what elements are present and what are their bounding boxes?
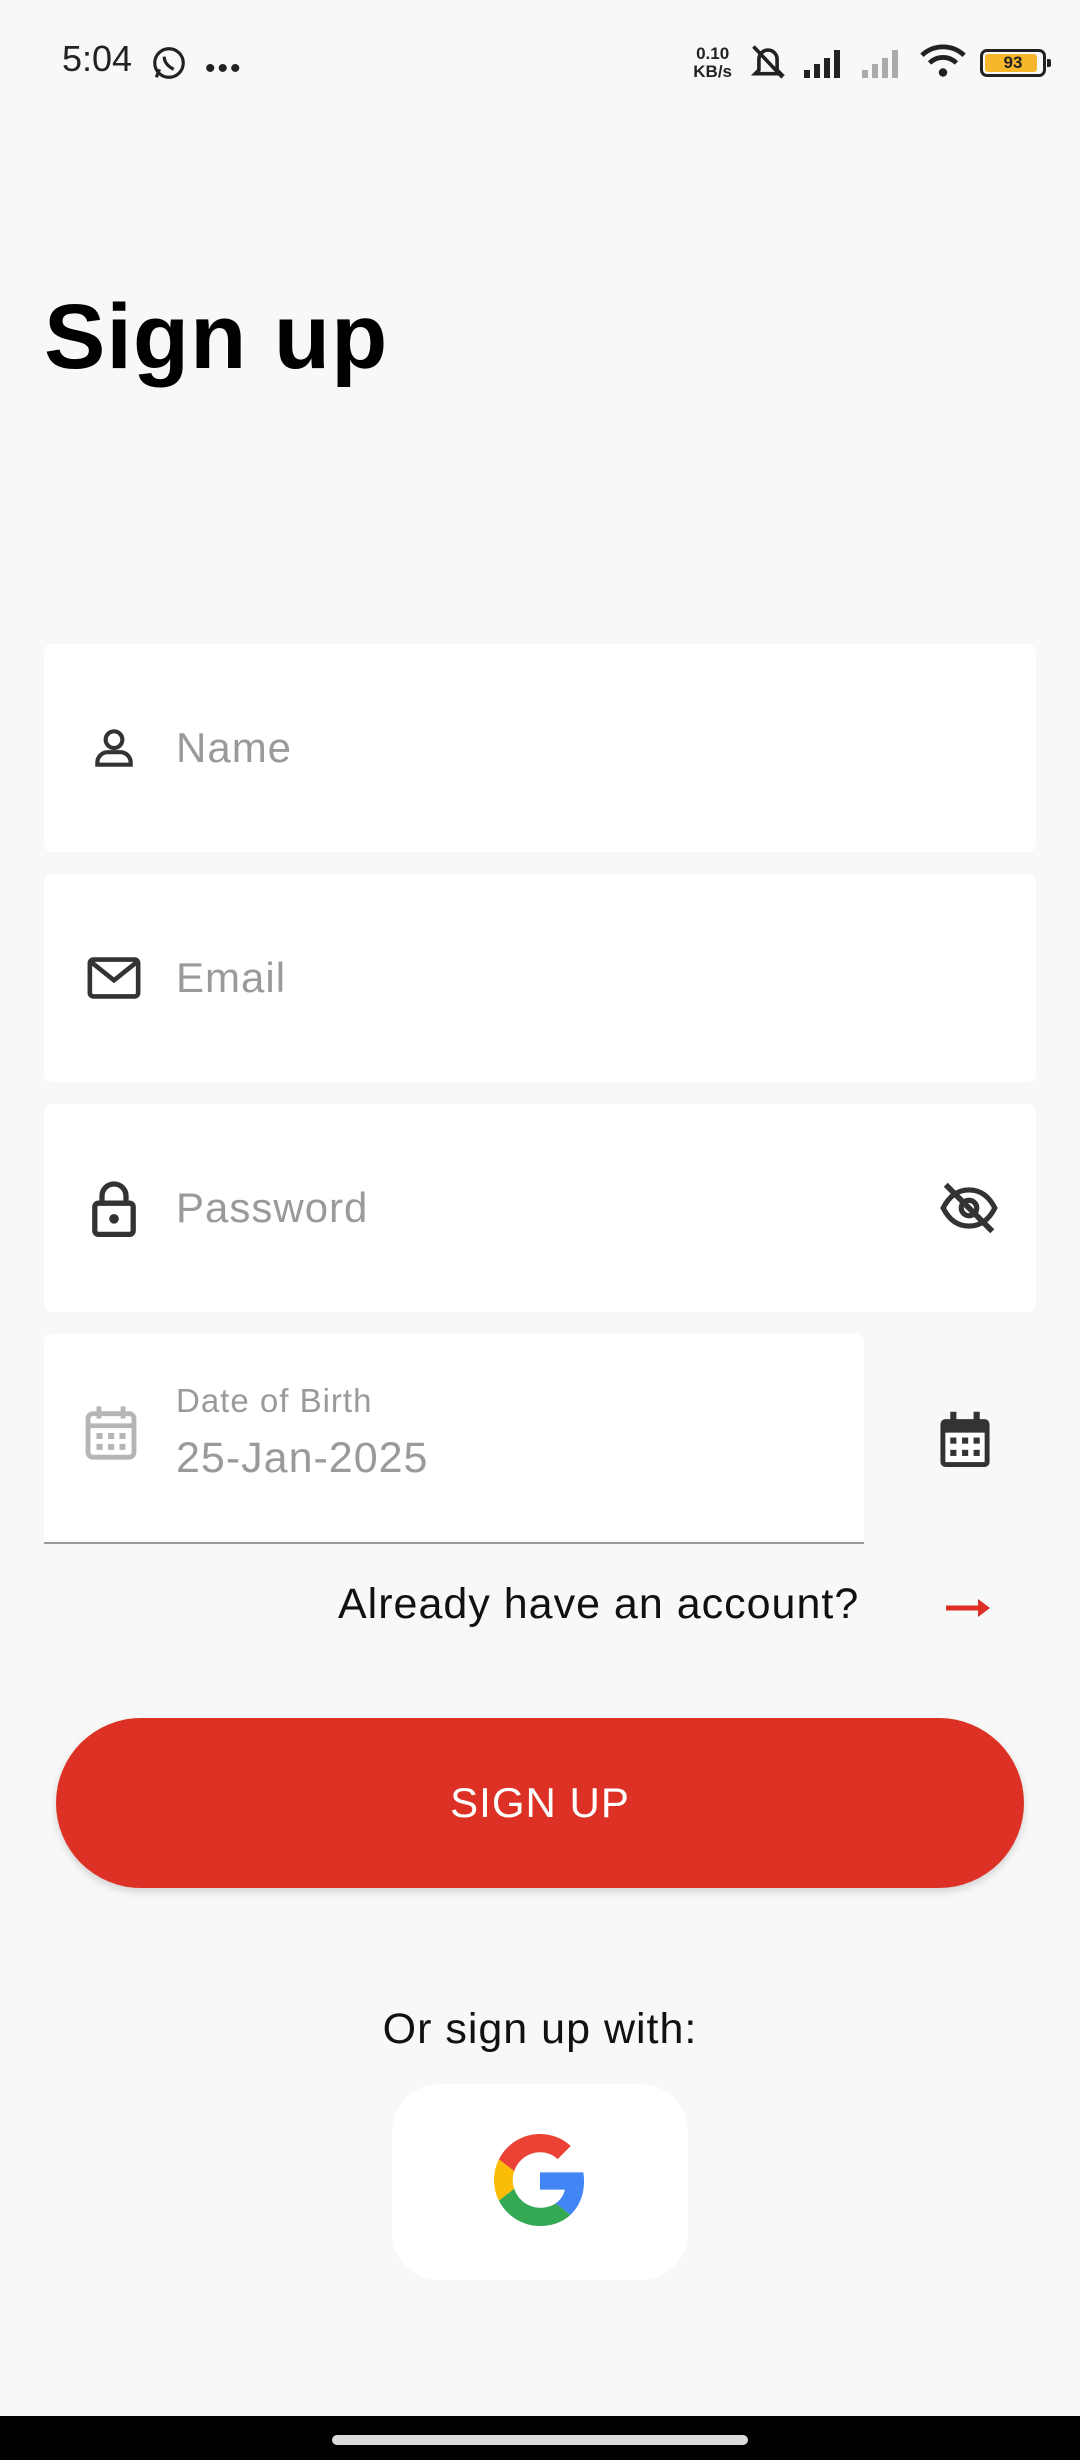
or-sign-up-with-label: Or sign up with:: [382, 2005, 698, 2053]
already-have-account-link[interactable]: Already have an account?: [338, 1580, 859, 1629]
google-icon: [494, 2133, 586, 2231]
network-speed: 0.10 KB/s: [693, 44, 732, 81]
signal-no-service-icon: [862, 44, 906, 83]
person-icon: [84, 718, 144, 778]
sign-up-button[interactable]: SIGN UP: [56, 1718, 1024, 1888]
battery-icon: 93: [980, 49, 1051, 77]
page-title: Sign up: [44, 286, 389, 388]
silent-mode-icon: [746, 41, 790, 86]
dob-label: Date of Birth: [176, 1382, 373, 1419]
email-field[interactable]: Email: [44, 874, 1036, 1082]
name-field[interactable]: Name: [44, 644, 1036, 852]
name-placeholder: Name: [176, 724, 293, 771]
toggle-visibility-icon[interactable]: [934, 1178, 1004, 1238]
lock-icon: [84, 1178, 144, 1238]
calendar-icon: [84, 1404, 138, 1467]
home-gesture-handle[interactable]: [332, 2435, 748, 2445]
mail-icon: [84, 948, 144, 1008]
status-time: 5:04: [62, 38, 133, 79]
whatsapp-icon: [150, 44, 188, 87]
password-field[interactable]: Password: [44, 1104, 1036, 1312]
dob-value: 25-Jan-2025: [176, 1434, 429, 1482]
arrow-right-icon[interactable]: [942, 1588, 1002, 1628]
more-notifications-icon: •••: [205, 52, 243, 85]
calendar-picker-icon[interactable]: [930, 1405, 1000, 1475]
signal-icon: [804, 44, 848, 83]
password-placeholder: Password: [176, 1184, 369, 1231]
email-placeholder: Email: [176, 954, 287, 1001]
status-icons: 0.10 KB/s 93: [693, 38, 1051, 88]
date-of-birth-field[interactable]: Date of Birth 25-Jan-2025: [44, 1334, 864, 1544]
google-sign-in-button[interactable]: [392, 2084, 688, 2280]
wifi-icon: [920, 43, 966, 84]
